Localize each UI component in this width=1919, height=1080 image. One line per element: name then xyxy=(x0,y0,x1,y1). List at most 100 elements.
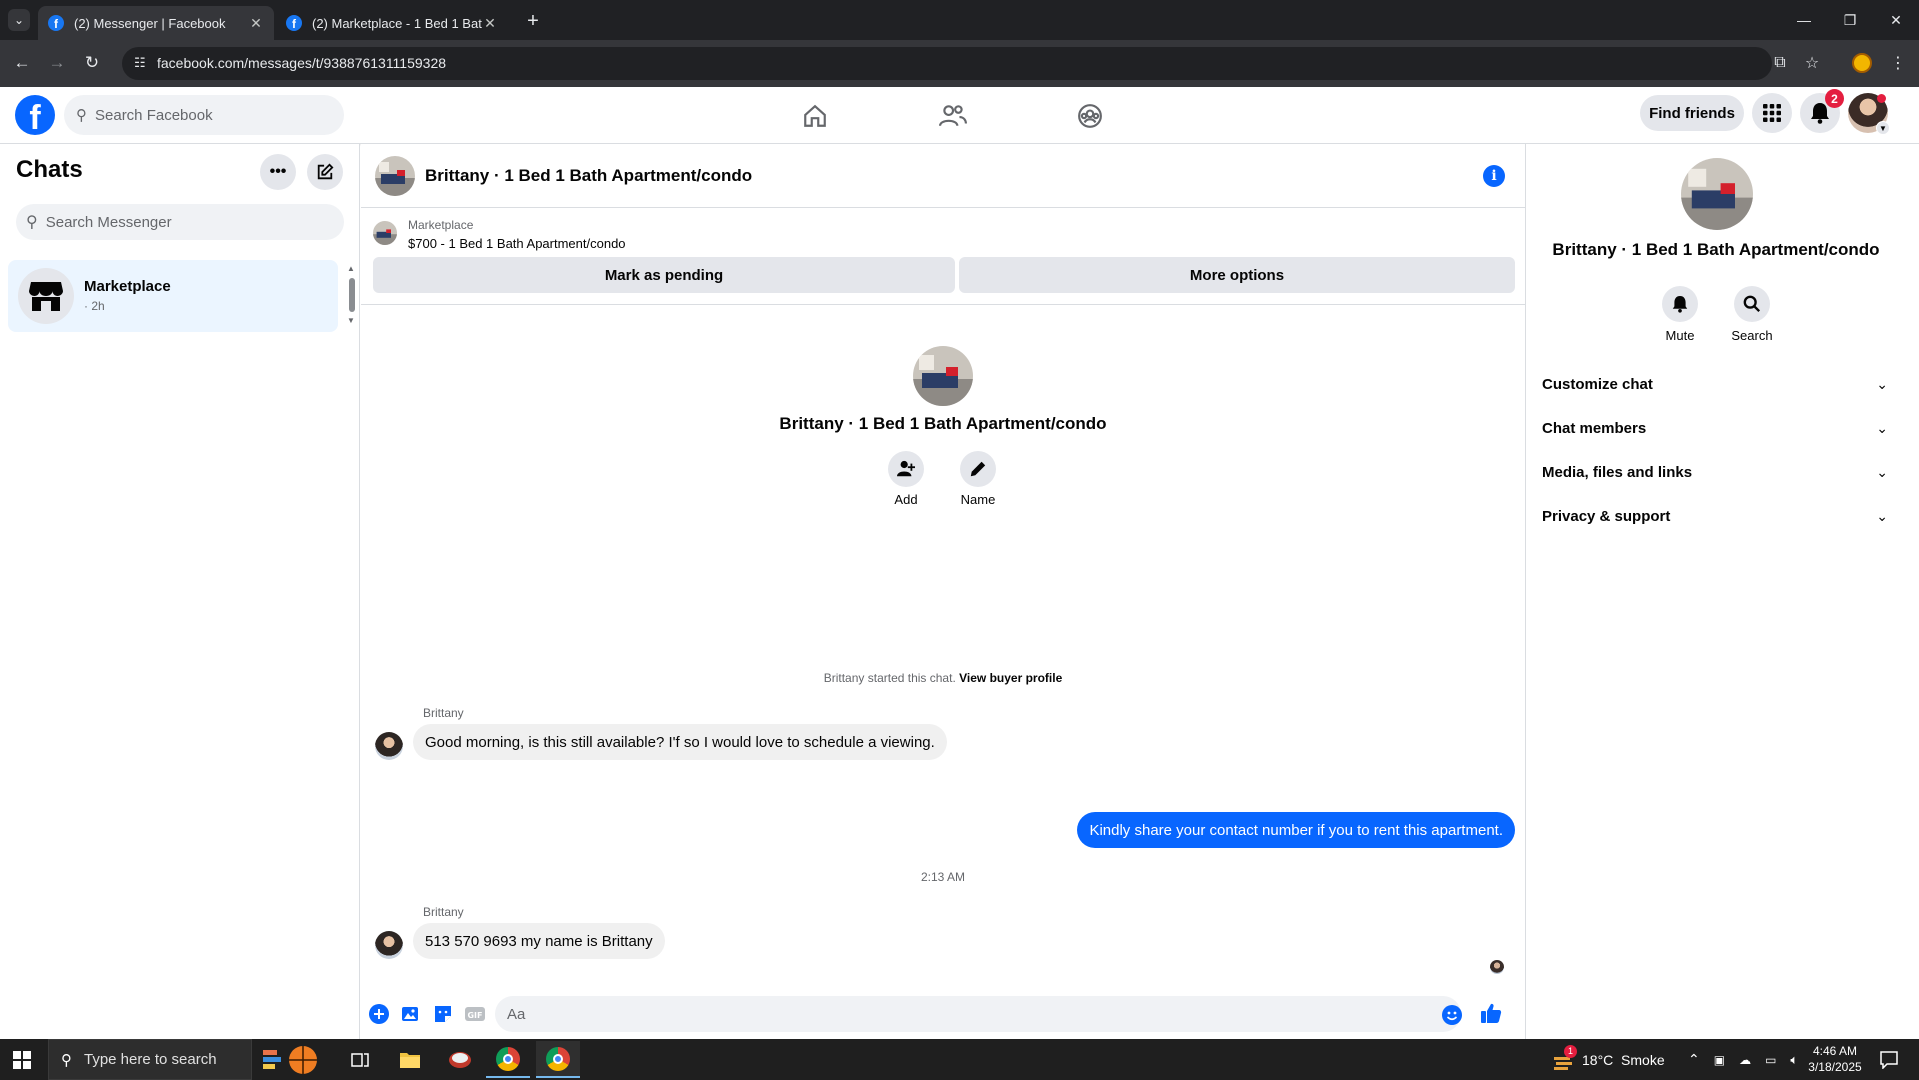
app-icon[interactable] xyxy=(438,1041,482,1078)
edit-name-button[interactable]: Name xyxy=(948,451,1008,507)
sender-avatar[interactable] xyxy=(375,931,403,959)
bell-icon xyxy=(1662,286,1698,322)
network-icon[interactable]: ▭ xyxy=(1765,1053,1776,1067)
browser-tab-bar: ⌄ f (2) Messenger | Facebook ✕ f (2) Mar… xyxy=(0,0,1919,40)
friends-icon[interactable] xyxy=(936,99,970,133)
url-text[interactable]: facebook.com/messages/t/9388761311159328 xyxy=(157,55,446,71)
tab-search-button[interactable]: ⌄ xyxy=(8,9,30,31)
privacy-support-section[interactable]: Privacy & support ⌄ xyxy=(1542,498,1888,534)
chats-sidebar: Chats ••• ⚲ Marketplace · 2h ▲ ▼ xyxy=(0,144,360,1039)
media-files-links-section[interactable]: Media, files and links ⌄ xyxy=(1542,454,1888,490)
name-label: Name xyxy=(960,492,996,507)
tab-title: (2) Marketplace - 1 Bed 1 Bath A xyxy=(312,15,482,31)
address-bar[interactable]: ☷ facebook.com/messages/t/93887613111593… xyxy=(122,47,1772,80)
volume-icon[interactable]: 🔈︎ xyxy=(1790,1052,1798,1068)
chat-list-scrollbar[interactable]: ▲ ▼ xyxy=(347,264,357,326)
tab-marketplace[interactable]: f (2) Marketplace - 1 Bed 1 Bath A ✕ xyxy=(276,6,508,40)
news-widget-icon[interactable] xyxy=(256,1041,326,1078)
scroll-up-icon[interactable]: ▲ xyxy=(347,264,355,273)
new-tab-button[interactable]: + xyxy=(520,8,546,34)
browser-menu-icon[interactable]: ⋮ xyxy=(1886,51,1910,75)
more-options-button[interactable]: More options xyxy=(959,257,1515,293)
account-avatar[interactable]: ▼ xyxy=(1848,93,1890,135)
sticker-icon[interactable] xyxy=(432,1003,454,1025)
scrollbar-thumb[interactable] xyxy=(349,278,355,312)
messenger-search-input[interactable] xyxy=(45,213,316,231)
photo-icon[interactable] xyxy=(400,1003,422,1025)
chrome-active-taskbar-icon[interactable] xyxy=(536,1041,580,1078)
task-view-icon[interactable] xyxy=(338,1041,382,1078)
search-icon xyxy=(1734,286,1770,322)
back-button[interactable]: ← xyxy=(10,51,34,75)
taskbar-search[interactable]: ⚲ xyxy=(48,1039,252,1080)
search-label: Search xyxy=(1731,328,1773,343)
forward-button[interactable]: → xyxy=(45,51,69,75)
site-info-icon[interactable]: ☷ xyxy=(134,55,146,71)
weather-text: 18°C Smoke xyxy=(1582,1051,1665,1068)
menu-grid-icon[interactable] xyxy=(1752,93,1792,133)
thumbs-up-icon[interactable] xyxy=(1480,1002,1502,1024)
messenger-search[interactable]: ⚲ xyxy=(16,204,344,240)
find-friends-button[interactable]: Find friends xyxy=(1640,95,1744,131)
browser-profile-avatar[interactable] xyxy=(1852,53,1872,73)
new-message-icon[interactable] xyxy=(307,154,343,190)
chat-list-item[interactable]: Marketplace · 2h xyxy=(8,260,338,332)
facebook-search[interactable]: ⚲ xyxy=(64,95,344,135)
taskbar-clock[interactable]: 4:46 AM 3/18/2025 xyxy=(1800,1043,1870,1075)
onedrive-icon[interactable]: ☁ xyxy=(1739,1053,1751,1067)
taskbar-search-input[interactable] xyxy=(84,1051,234,1068)
meet-now-icon[interactable]: ▣ xyxy=(1714,1053,1725,1067)
bookmark-star-icon[interactable]: ☆ xyxy=(1800,51,1824,75)
conversation-avatar[interactable] xyxy=(375,156,415,196)
section-title: Privacy & support xyxy=(1542,507,1671,525)
notification-center-icon[interactable] xyxy=(1880,1039,1898,1080)
groups-icon[interactable] xyxy=(1073,99,1107,133)
mute-button[interactable]: Mute xyxy=(1650,286,1710,343)
facebook-search-input[interactable] xyxy=(95,106,315,124)
add-people-button[interactable]: Add xyxy=(876,451,936,507)
listing-title[interactable]: $700 - 1 Bed 1 Bath Apartment/condo xyxy=(408,236,626,251)
chat-members-section[interactable]: Chat members ⌄ xyxy=(1542,410,1888,446)
sender-avatar[interactable] xyxy=(375,732,403,760)
gif-icon[interactable]: GIF xyxy=(464,1003,486,1025)
close-window-button[interactable]: ✕ xyxy=(1873,0,1919,40)
home-icon[interactable] xyxy=(798,99,832,133)
page-scrollbar[interactable] xyxy=(1906,144,1918,1039)
search-icon: ⚲ xyxy=(61,1051,72,1069)
message-bubble-incoming[interactable]: Good morning, is this still available? I… xyxy=(413,724,947,760)
search-in-conversation-button[interactable]: Search xyxy=(1722,286,1782,343)
file-explorer-icon[interactable] xyxy=(388,1041,432,1078)
mark-as-pending-button[interactable]: Mark as pending xyxy=(373,257,955,293)
intro-avatar xyxy=(913,346,973,406)
message-bubble-outgoing[interactable]: Kindly share your contact number if you … xyxy=(1077,812,1515,848)
unread-dot xyxy=(1877,94,1886,103)
minimize-button[interactable]: — xyxy=(1781,0,1827,40)
customize-chat-section[interactable]: Customize chat ⌄ xyxy=(1542,366,1888,402)
reload-button[interactable]: ↻ xyxy=(80,51,104,75)
listing-thumbnail[interactable] xyxy=(373,221,397,245)
close-tab-icon[interactable]: ✕ xyxy=(248,15,264,32)
more-options-icon[interactable]: ••• xyxy=(260,154,296,190)
view-buyer-profile-link[interactable]: View buyer profile xyxy=(959,671,1062,685)
info-avatar[interactable] xyxy=(1681,158,1753,230)
windows-start-icon[interactable] xyxy=(13,1051,31,1069)
search-icon: ⚲ xyxy=(26,214,38,231)
conversation-info-icon[interactable]: i xyxy=(1483,165,1505,187)
conversation-title[interactable]: Brittany · 1 Bed 1 Bath Apartment/condo xyxy=(425,166,752,186)
plus-circle-icon[interactable] xyxy=(368,1003,390,1025)
close-tab-icon[interactable]: ✕ xyxy=(482,15,498,32)
message-bubble-incoming[interactable]: 513 570 9693 my name is Brittany xyxy=(413,923,665,959)
conversation-panel: Brittany · 1 Bed 1 Bath Apartment/condo … xyxy=(361,144,1525,1039)
chevron-down-icon: ⌄ xyxy=(1876,419,1888,436)
chrome-taskbar-icon[interactable] xyxy=(486,1041,530,1078)
weather-widget[interactable]: 1 18°C Smoke xyxy=(1552,1039,1665,1080)
emoji-icon[interactable] xyxy=(1441,1004,1463,1026)
intro-name: Brittany · 1 Bed 1 Bath Apartment/condo xyxy=(779,414,1107,433)
install-app-icon[interactable]: ⧉ xyxy=(1768,51,1792,75)
chevron-up-icon[interactable]: ⌃ xyxy=(1688,1051,1700,1068)
restore-button[interactable]: ❐ xyxy=(1827,0,1873,40)
facebook-logo-icon[interactable]: f xyxy=(15,95,55,135)
tab-messenger[interactable]: f (2) Messenger | Facebook ✕ xyxy=(38,6,274,40)
message-input[interactable] xyxy=(495,996,1461,1032)
scroll-down-icon[interactable]: ▼ xyxy=(347,316,355,325)
